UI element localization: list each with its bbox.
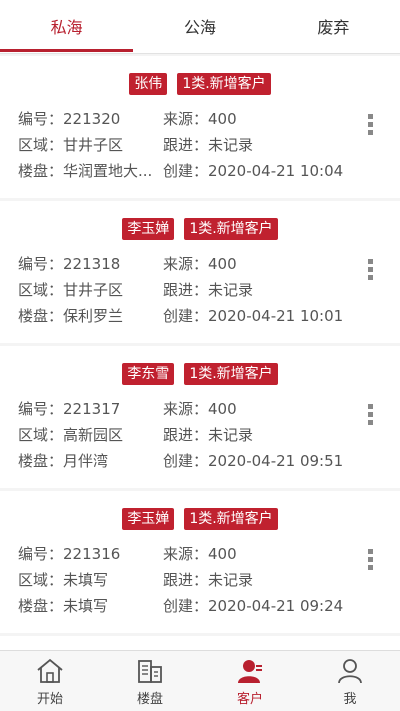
source-label: 来源： [163,400,209,418]
id-value: 221320 [63,110,121,128]
created-label: 创建： [163,597,209,615]
nav-label: 开始 [36,692,63,707]
follow-value: 未记录 [208,136,254,154]
id-value: 221318 [63,255,121,273]
customer-level-tag: 1类.新增客户 [184,508,278,530]
source-label: 来源： [163,110,209,128]
created-value: 2020-04-21 09:24 [208,597,344,615]
area-label: 区域： [18,571,64,589]
follow-label: 跟进： [163,571,209,589]
tab-private-sea[interactable]: 私海 [0,0,134,52]
id-label: 编号： [18,545,64,563]
building-label: 楼盘： [18,162,64,180]
customer-card[interactable]: 李玉婵 1类.新增客户 编号：221316 来源：400 区域：未填写 跟进：未… [0,491,400,633]
area-value: 甘井子区 [63,281,124,299]
nav-item-customers[interactable]: 客户 [200,651,300,711]
nav-item-me[interactable]: 我 [300,651,400,711]
more-options-icon[interactable] [368,259,374,280]
customer-card[interactable]: 张伟 1类.新增客户 编号：221320 来源：400 区域：甘井子区 跟进：未… [0,56,400,198]
tag-row: 张伟 1类.新增客户 [0,73,400,95]
customer-level-tag: 1类.新增客户 [184,363,278,385]
customer-level-tag: 1类.新增客户 [177,73,271,95]
tab-public-sea[interactable]: 公海 [133,0,266,52]
nav-label: 我 [343,692,357,707]
follow-label: 跟进： [163,136,209,154]
nav-item-buildings[interactable]: 楼盘 [100,651,200,711]
more-options-icon[interactable] [368,549,374,570]
customer-name-tag: 李东雪 [122,363,175,385]
created-value: 2020-04-21 09:51 [208,452,344,470]
area-value: 未填写 [63,571,109,589]
building-icon [138,660,162,683]
follow-value: 未记录 [208,571,254,589]
id-label: 编号： [18,400,64,418]
customer-icon [238,660,262,683]
nav-label: 客户 [236,692,263,707]
user-icon [338,659,362,684]
area-label: 区域： [18,136,64,154]
source-value: 400 [208,545,237,563]
building-value: 保利罗兰 [63,307,124,325]
created-label: 创建： [163,307,209,325]
nav-label: 楼盘 [136,692,163,707]
customer-level-tag: 1类.新增客户 [184,218,278,240]
customer-list: 张伟 1类.新增客户 编号：221320 来源：400 区域：甘井子区 跟进：未… [0,56,400,679]
id-value: 221316 [63,545,121,563]
customer-name-tag: 张伟 [129,73,168,95]
customer-name-tag: 李玉婵 [122,508,175,530]
follow-label: 跟进： [163,426,209,444]
tab-abandoned[interactable]: 废弃 [267,0,400,52]
id-label: 编号： [18,255,64,273]
home-icon [37,658,63,683]
id-value: 221317 [63,400,121,418]
bottom-nav: 开始 楼盘 客户 我 [0,650,400,711]
building-value: 月伴湾 [63,452,109,470]
customer-card[interactable]: 李东雪 1类.新增客户 编号：221317 来源：400 区域：高新园区 跟进：… [0,346,400,488]
id-label: 编号： [18,110,64,128]
building-label: 楼盘： [18,452,64,470]
source-value: 400 [208,400,237,418]
area-value: 甘井子区 [63,136,124,154]
follow-value: 未记录 [208,281,254,299]
building-value: 未填写 [63,597,109,615]
customer-card[interactable]: 李玉婵 1类.新增客户 编号：221318 来源：400 区域：甘井子区 跟进：… [0,201,400,343]
building-label: 楼盘： [18,597,64,615]
tag-row: 李玉婵 1类.新增客户 [0,218,400,240]
building-label: 楼盘： [18,307,64,325]
building-value: 华润置地大... [63,162,153,180]
created-value: 2020-04-21 10:04 [208,162,344,180]
tag-row: 李东雪 1类.新增客户 [0,363,400,385]
source-label: 来源： [163,545,209,563]
follow-value: 未记录 [208,426,254,444]
customer-name-tag: 李玉婵 [122,218,175,240]
tag-row: 李玉婵 1类.新增客户 [0,508,400,530]
area-label: 区域： [18,281,64,299]
source-label: 来源： [163,255,209,273]
more-options-icon[interactable] [368,404,374,425]
nav-item-start[interactable]: 开始 [0,651,100,711]
source-value: 400 [208,255,237,273]
created-label: 创建： [163,162,209,180]
area-label: 区域： [18,426,64,444]
source-value: 400 [208,110,237,128]
top-tab-bar: 私海 公海 废弃 [0,0,400,54]
more-options-icon[interactable] [368,114,374,135]
follow-label: 跟进： [163,281,209,299]
created-value: 2020-04-21 10:01 [208,307,344,325]
created-label: 创建： [163,452,209,470]
area-value: 高新园区 [63,426,124,444]
